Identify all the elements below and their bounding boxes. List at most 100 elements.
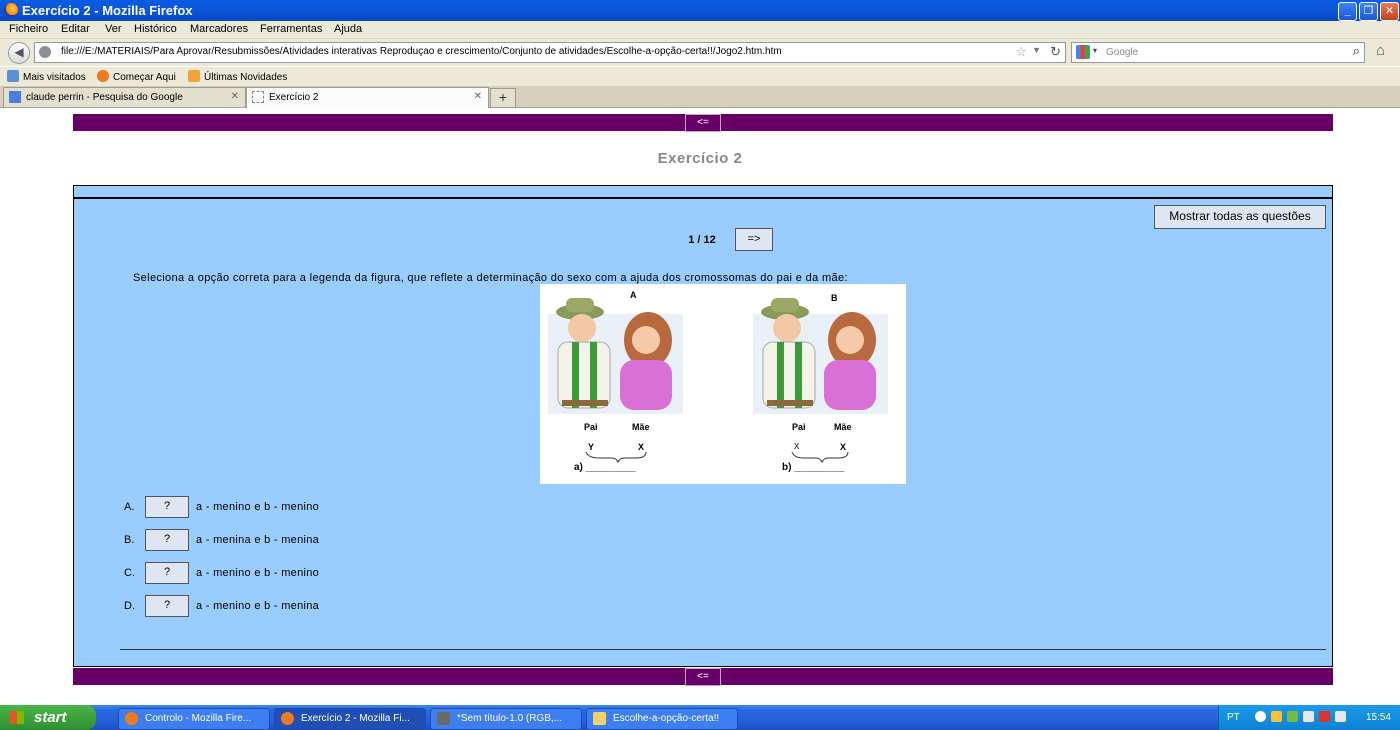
panel-a-tag: A: [630, 290, 637, 300]
panel-b-tag: B: [831, 293, 838, 303]
option-c-text: a - menino e b - menino: [196, 567, 320, 579]
tray-expand-icon[interactable]: [1255, 711, 1266, 722]
option-b-letter: B.: [124, 534, 135, 546]
firefox-icon: [4, 3, 18, 17]
menu-bar: Ficheiro Editar Ver Histórico Marcadores…: [0, 21, 1400, 39]
minimize-button[interactable]: _: [1338, 2, 1357, 21]
panel-a-chrom-mae: X: [638, 442, 644, 452]
bookmark-star-icon[interactable]: ☆: [1015, 44, 1027, 60]
panel-a-mae: Mãe: [632, 422, 650, 432]
google-icon: [9, 91, 21, 103]
image-editor-icon: [437, 712, 450, 725]
bookmark-ultimas-novidades[interactable]: Últimas Novidades: [188, 70, 287, 83]
menu-ferramentas[interactable]: Ferramentas: [260, 23, 322, 35]
divider: [120, 649, 1326, 650]
firefox-icon: [97, 70, 109, 82]
home-icon[interactable]: ⌂: [1376, 42, 1385, 59]
folder-icon: [7, 70, 19, 82]
system-tray: PT 15:54: [1218, 705, 1400, 730]
windows-flag-icon: [10, 711, 24, 724]
mail-icon[interactable]: [1303, 711, 1314, 722]
reload-icon[interactable]: ↻: [1050, 44, 1061, 60]
taskbar-item-exercicio[interactable]: Exercício 2 - Mozilla Fi...: [274, 708, 426, 730]
back-nav-button-bottom[interactable]: <=: [685, 668, 721, 686]
folder-icon: [593, 712, 606, 725]
taskbar-item-folder[interactable]: Escolhe-a-opção-certa!!: [586, 708, 738, 730]
option-c-letter: C.: [124, 567, 135, 579]
google-icon[interactable]: [1076, 45, 1090, 59]
firefox-icon: [125, 712, 138, 725]
option-b-button[interactable]: ?: [145, 529, 189, 551]
window-title: Exercício 2 - Mozilla Firefox: [22, 3, 193, 18]
antivirus-icon[interactable]: [1319, 711, 1330, 722]
panel-a-chrom-pai: Y: [588, 442, 594, 452]
title-band: [73, 185, 1333, 198]
network-icon[interactable]: [1287, 711, 1298, 722]
tab-google-search[interactable]: claude perrin - Pesquisa do Google ✕: [3, 87, 246, 107]
option-a-text: a - menino e b - menino: [196, 501, 320, 513]
back-button[interactable]: ◀: [8, 42, 30, 64]
search-box[interactable]: ▾ Google ⌕: [1071, 42, 1365, 63]
bookmark-label: Começar Aqui: [113, 72, 176, 83]
search-placeholder: Google: [1106, 47, 1139, 58]
panel-a-pai: Pai: [584, 422, 598, 432]
option-a-letter: A.: [124, 501, 135, 513]
panel-b-mae: Mãe: [834, 422, 852, 432]
taskbar-item-controlo[interactable]: Controlo - Mozilla Fire...: [118, 708, 270, 730]
next-question-button[interactable]: =>: [735, 228, 773, 251]
menu-editar[interactable]: Editar: [61, 23, 90, 35]
bottom-nav-strip: <=: [73, 668, 1333, 686]
bookmark-label: Mais visitados: [23, 72, 86, 83]
menu-ajuda[interactable]: Ajuda: [334, 23, 362, 35]
panel-a-caption: a) _________: [574, 462, 636, 473]
clock: 15:54: [1365, 712, 1391, 723]
tab-label: claude perrin - Pesquisa do Google: [26, 92, 183, 103]
top-nav-strip: <=: [73, 114, 1333, 132]
globe-icon: [39, 46, 51, 58]
new-tab-button[interactable]: +: [490, 88, 516, 108]
chevron-down-icon[interactable]: ▼: [1032, 45, 1041, 55]
security-shield-icon[interactable]: [1271, 711, 1282, 722]
maximize-button[interactable]: ❐: [1359, 2, 1378, 21]
tab-exercicio-2[interactable]: Exercício 2 ✕: [246, 87, 489, 108]
menu-historico[interactable]: Histórico: [134, 23, 177, 35]
option-d-letter: D.: [124, 600, 135, 612]
engine-dropdown-icon[interactable]: ▾: [1093, 46, 1097, 55]
question-counter: 1 / 12: [688, 234, 716, 246]
window-titlebar: Exercício 2 - Mozilla Firefox _ ❐ ✕: [0, 0, 1400, 21]
panel-b-chrom-mae: X: [840, 442, 846, 452]
option-c-button[interactable]: ?: [145, 562, 189, 584]
address-url: file:///E:/MATERIAIS/Para Aprovar/Resubm…: [61, 46, 782, 57]
option-d-text: a - menino e b - menina: [196, 600, 320, 612]
option-d-button[interactable]: ?: [145, 595, 189, 617]
bookmark-mais-visitados[interactable]: Mais visitados: [7, 70, 86, 83]
address-bar[interactable]: file:///E:/MATERIAIS/Para Aprovar/Resubm…: [34, 42, 1066, 63]
back-nav-button[interactable]: <=: [685, 114, 721, 132]
question-text: Seleciona a opção correta para a legenda…: [133, 272, 848, 284]
page-icon: [252, 91, 264, 103]
taskbar-item-label: *Sem título-1.0 (RGB,...: [457, 713, 563, 724]
close-tab-icon[interactable]: ✕: [474, 91, 482, 102]
question-figure: A Pai Mãe Y X a) _________ B Pai Mãe X X: [540, 284, 906, 484]
panel-b-pai: Pai: [792, 422, 806, 432]
menu-marcadores[interactable]: Marcadores: [190, 23, 248, 35]
start-label: start: [34, 709, 67, 726]
close-tab-icon[interactable]: ✕: [231, 91, 239, 102]
taskbar-item-label: Exercício 2 - Mozilla Fi...: [301, 713, 410, 724]
taskbar-item-gimp[interactable]: *Sem título-1.0 (RGB,...: [430, 708, 582, 730]
option-b-text: a - menina e b - menina: [196, 534, 320, 546]
option-a-button[interactable]: ?: [145, 496, 189, 518]
start-button[interactable]: start: [0, 705, 96, 730]
panel-b-caption: b) _________: [782, 462, 845, 473]
close-button[interactable]: ✕: [1380, 2, 1399, 21]
menu-ficheiro[interactable]: Ficheiro: [9, 23, 48, 35]
menu-ver[interactable]: Ver: [105, 23, 122, 35]
rss-icon: [188, 70, 200, 82]
bookmark-comecar-aqui[interactable]: Começar Aqui: [97, 70, 176, 83]
volume-icon[interactable]: [1335, 711, 1346, 722]
show-all-questions-button[interactable]: Mostrar todas as questões: [1154, 205, 1326, 229]
language-indicator[interactable]: PT: [1227, 712, 1240, 723]
firefox-icon: [281, 712, 294, 725]
figure-panel-a: A Pai Mãe Y X a) _________: [548, 290, 683, 473]
search-icon[interactable]: ⌕: [1353, 43, 1360, 59]
